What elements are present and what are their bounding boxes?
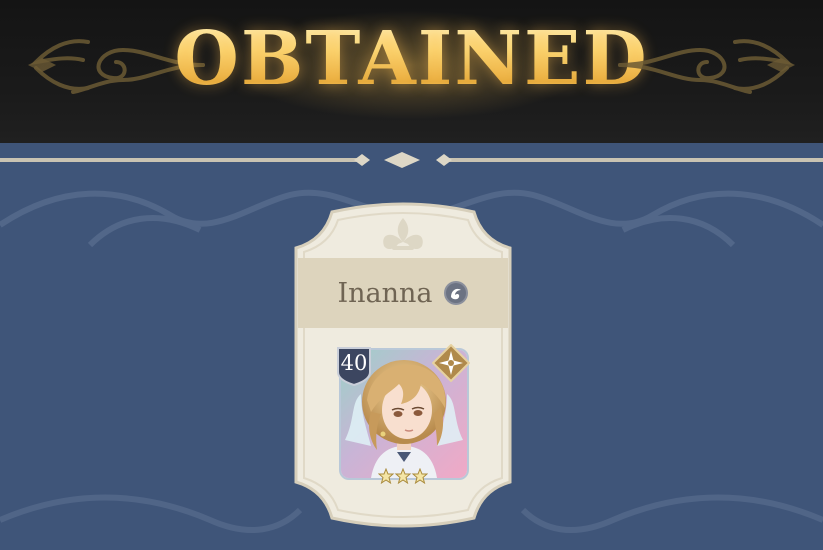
star-icon — [378, 468, 395, 484]
star-icon — [394, 468, 412, 484]
name-row: Inanna — [298, 258, 508, 328]
obtained-banner: OBTAINED — [0, 0, 823, 143]
rarity-stars — [378, 468, 428, 484]
level-value: 40 — [340, 351, 368, 375]
wind-swirl-icon — [443, 281, 468, 305]
compass-star-icon — [432, 344, 470, 382]
star-icon — [411, 468, 428, 484]
character-name: Inanna — [337, 277, 433, 309]
right-flourish-ornament — [618, 39, 795, 94]
reward-card[interactable]: Inanna 40 — [292, 200, 514, 530]
